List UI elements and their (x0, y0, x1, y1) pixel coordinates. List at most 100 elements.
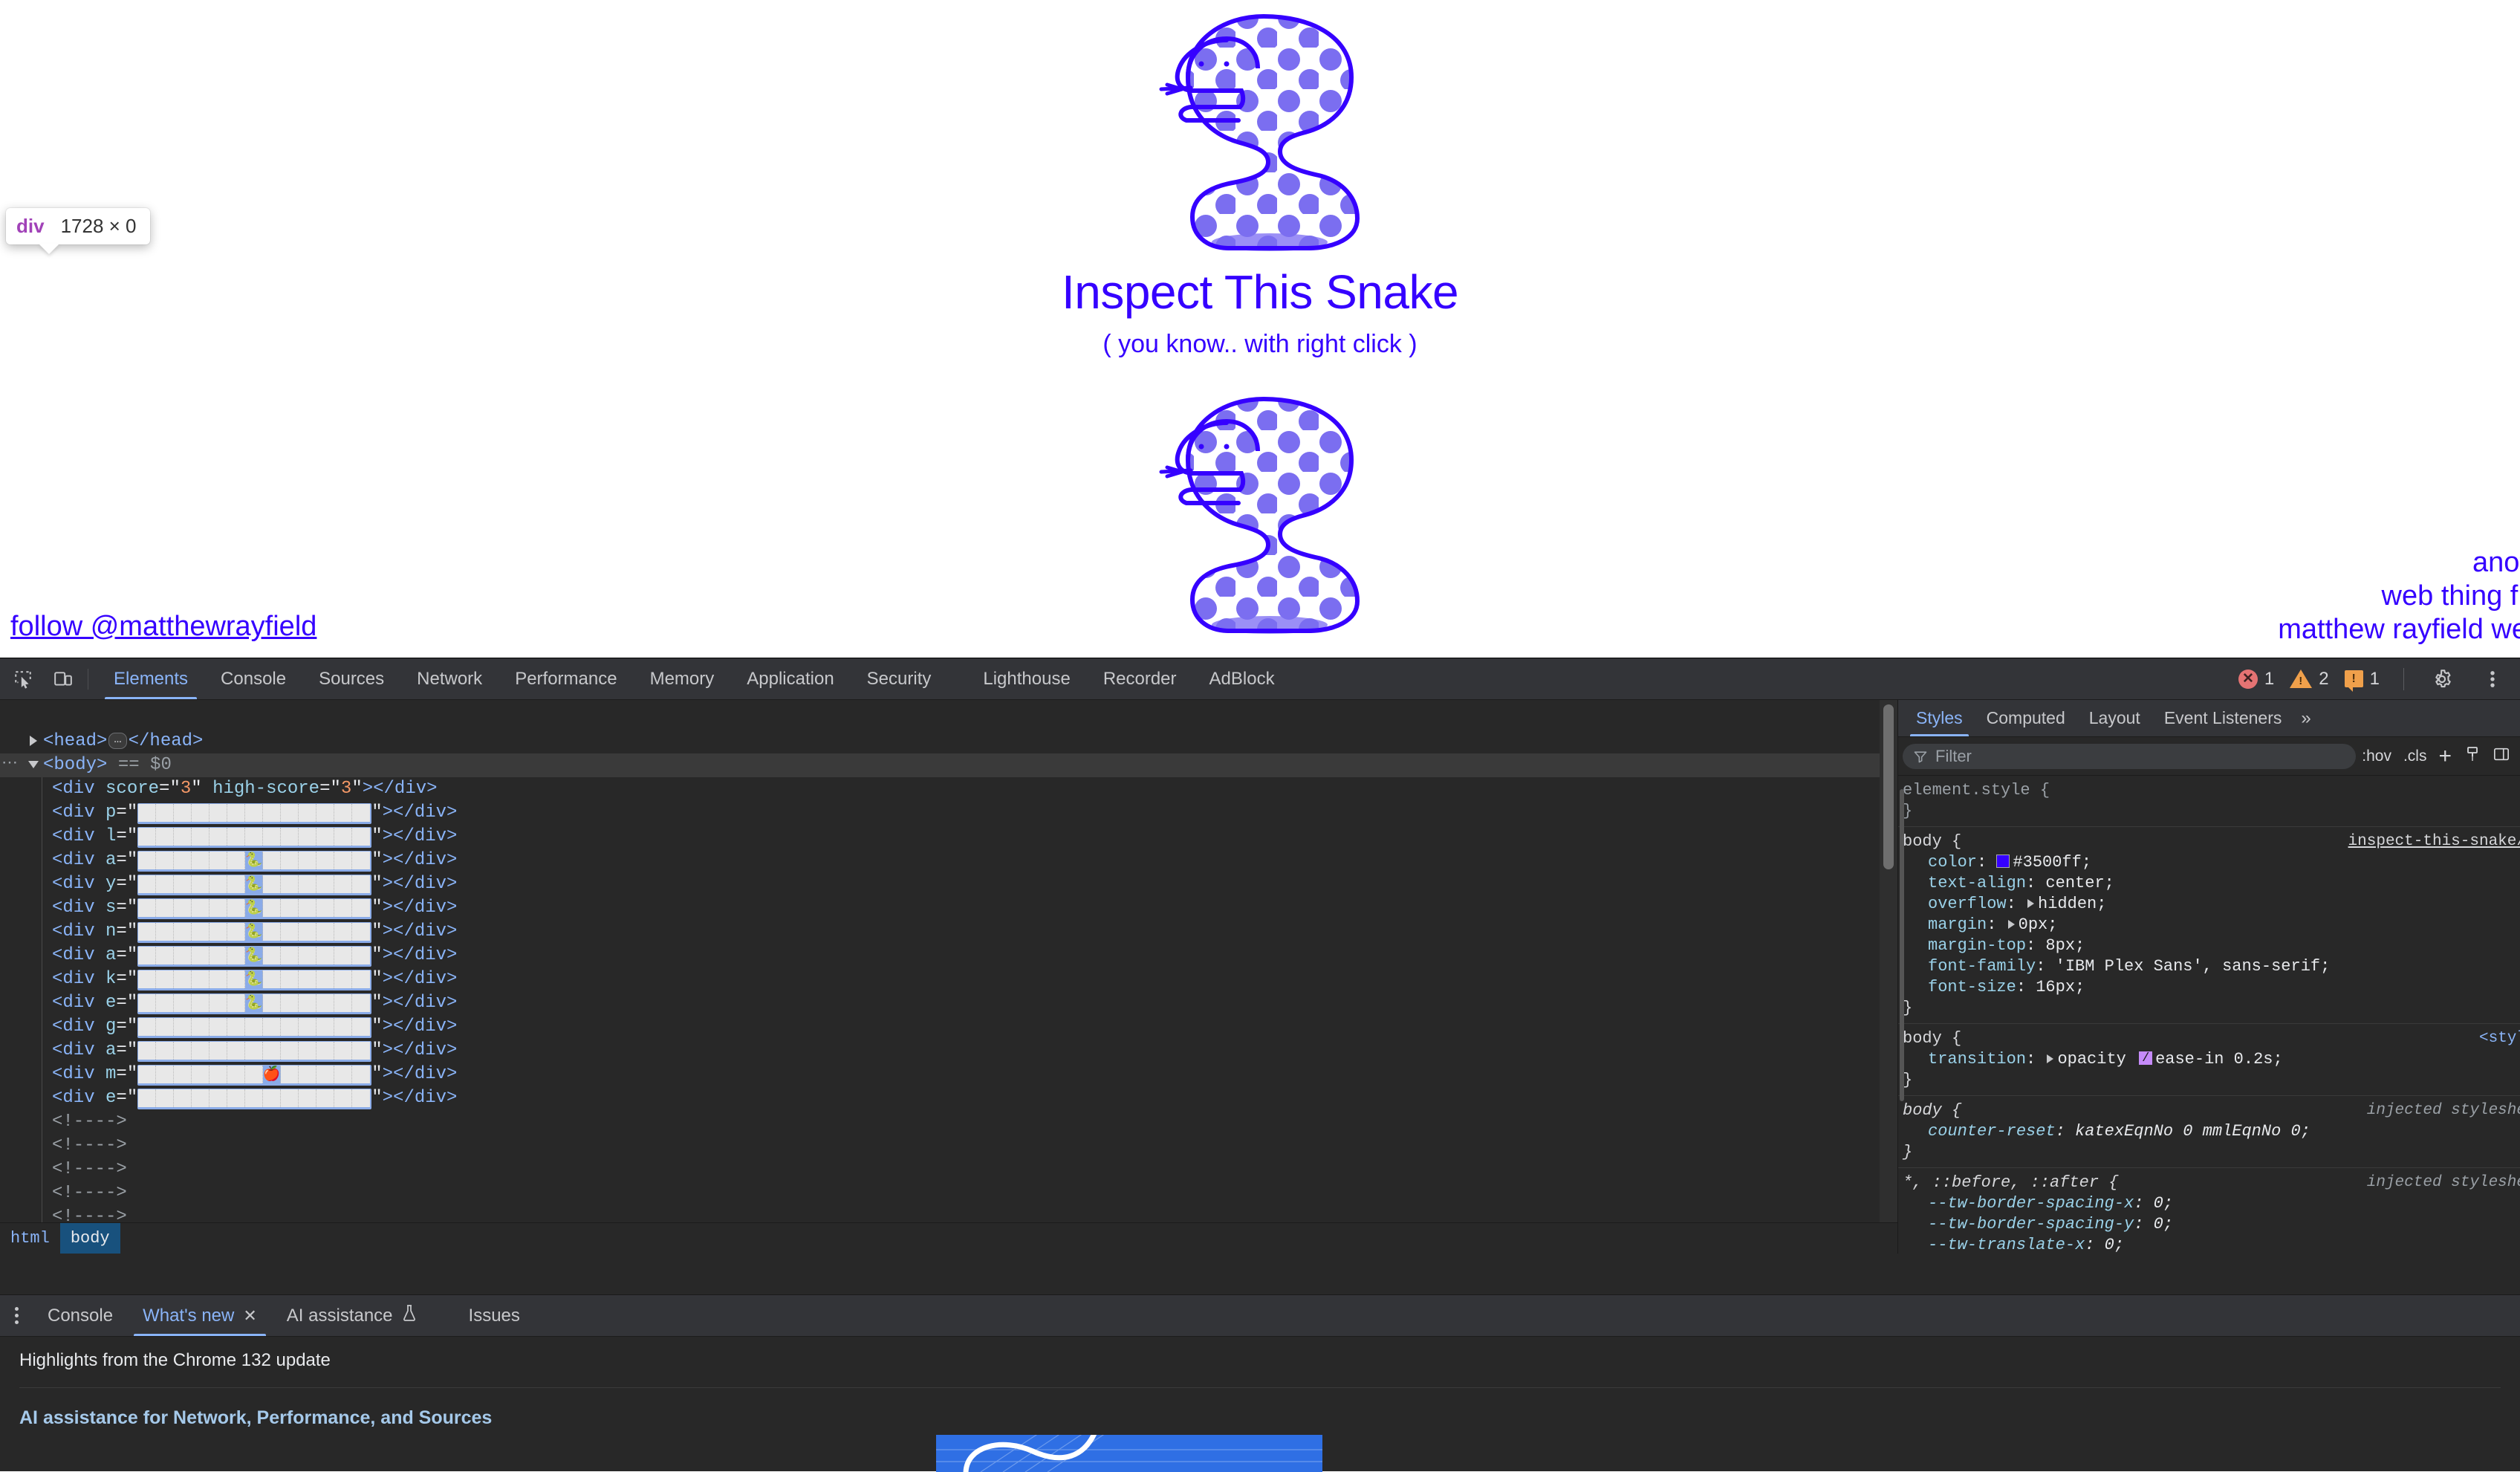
breadcrumb-item-html[interactable]: html (0, 1223, 60, 1254)
breadcrumb-item-body[interactable]: body (59, 1223, 120, 1254)
drawer-menu-icon[interactable] (0, 1295, 33, 1336)
dom-tree-row[interactable]: <div a=" 🐍 "></div> (0, 944, 1897, 967)
dom-tree-row[interactable] (0, 706, 1897, 730)
dom-tree-row[interactable]: <div e=" 🐍 "></div> (0, 991, 1897, 1015)
kebab-menu-icon[interactable] (2475, 662, 2510, 696)
panel-tab-performance[interactable]: Performance (499, 658, 633, 699)
dom-tree-row[interactable]: <div k=" 🐍 "></div> (0, 967, 1897, 991)
dom-tree-row[interactable]: <div y=" 🐍 "></div> (0, 872, 1897, 896)
css-declaration[interactable]: overflow: hidden; (1903, 894, 2520, 915)
css-rule-origin[interactable]: <styl (2479, 1028, 2520, 1049)
styles-tab-computed[interactable]: Computed (1975, 700, 2077, 736)
styles-tab-event-listeners[interactable]: Event Listeners (2152, 700, 2294, 736)
styles-filter-input[interactable]: Filter (1903, 743, 2357, 769)
css-declaration[interactable]: counter-reset: katexEqnNo 0 mmlEqnNo 0; (1903, 1121, 2520, 1142)
css-rule-origin[interactable]: injected styleshe (2367, 1173, 2520, 1193)
drawer-tab-console[interactable]: Console (33, 1295, 128, 1336)
follow-link[interactable]: follow @matthewrayfield (10, 611, 316, 643)
row-menu-icon[interactable]: ⋯ (1, 752, 19, 776)
css-declaration[interactable]: color: #3500ff; (1903, 852, 2520, 873)
expand-triangle-icon[interactable] (28, 760, 39, 768)
panel-tab-application[interactable]: Application (730, 658, 850, 699)
snake-game-board-row[interactable] (137, 827, 372, 848)
panel-tab-adblock[interactable]: AdBlock (1193, 658, 1291, 699)
css-declaration[interactable]: --tw-border-spacing-x: 0; (1903, 1193, 2520, 1214)
css-declaration[interactable]: margin: 0px; (1903, 915, 2520, 936)
css-declaration[interactable]: text-align: center; (1903, 873, 2520, 894)
sidebar-toggle-icon[interactable] (2487, 746, 2516, 767)
panel-tab-lighthouse[interactable]: Lighthouse (967, 658, 1086, 699)
dom-tree-row[interactable]: <div l=" "></div> (0, 825, 1897, 849)
dom-tree-row[interactable]: <head>… </head> (0, 730, 1897, 753)
panel-tab-elements[interactable]: Elements (97, 658, 204, 699)
css-declaration[interactable]: --tw-translate-x: 0; (1903, 1235, 2520, 1254)
snake-game-board-row[interactable] (137, 803, 372, 824)
device-toolbar-icon[interactable] (46, 662, 80, 696)
class-button[interactable]: .cls (2397, 748, 2433, 765)
dom-tree-row[interactable]: <!----> (0, 1110, 1897, 1134)
dom-attr-value[interactable]: 3 (181, 779, 191, 799)
dom-tree-row[interactable]: <div a=" 🐍 "></div> (0, 849, 1897, 872)
dom-tree-row[interactable]: <div e=" "></div> (0, 1086, 1897, 1110)
snake-game-board-row[interactable]: 🐍 (137, 898, 372, 919)
dom-tree-row[interactable]: <div p=" "></div> (0, 801, 1897, 825)
styles-vertical-scrollbar[interactable] (1898, 700, 1906, 1254)
drawer-tab-issues[interactable]: Issues (454, 1295, 535, 1336)
css-rule-origin[interactable]: injected styleshe (2367, 1100, 2520, 1121)
css-rule-origin[interactable]: inspect-this-snake/ (2348, 831, 2520, 852)
css-selector[interactable]: body { (1903, 1028, 2520, 1049)
dom-tree-row[interactable]: <div a=" "></div> (0, 1039, 1897, 1063)
easing-swatch[interactable] (2139, 1048, 2153, 1069)
panel-tab-memory[interactable]: Memory (634, 658, 731, 699)
dom-tree-row[interactable]: <div m=" 🍎 "></div> (0, 1063, 1897, 1086)
snake-game-board-row[interactable]: 🐍 (137, 970, 372, 990)
css-declaration[interactable]: transition: opacity ease-in 0.2s; (1903, 1048, 2520, 1070)
dom-tree-row[interactable]: <div g=" "></div> (0, 1015, 1897, 1039)
dom-vertical-scrollbar[interactable] (1880, 700, 1897, 1254)
styles-tab-layout[interactable]: Layout (2077, 700, 2152, 736)
panel-tab-sources[interactable]: Sources (302, 658, 400, 699)
styles-more-tabs-icon[interactable]: » (2293, 708, 2310, 729)
panel-tab-network[interactable]: Network (400, 658, 499, 699)
expand-shorthand-icon[interactable] (2007, 920, 2015, 930)
snake-game-board-row[interactable] (137, 1089, 372, 1109)
gear-icon[interactable] (2425, 662, 2459, 696)
close-icon[interactable]: ✕ (243, 1306, 256, 1326)
css-declaration[interactable]: font-family: 'IBM Plex Sans', sans-serif… (1903, 956, 2520, 977)
color-swatch[interactable] (1996, 855, 2010, 868)
dom-tree-row[interactable]: <!----> (0, 1158, 1897, 1181)
snake-game-board-row[interactable]: 🐍 (137, 851, 372, 872)
expand-shorthand-icon[interactable] (2027, 899, 2035, 909)
panel-tab-recorder[interactable]: Recorder (1087, 658, 1193, 699)
inspect-element-icon[interactable] (6, 662, 40, 696)
drawer-tab-what-s-new[interactable]: What's new ✕ (128, 1295, 272, 1336)
dom-attr-value[interactable]: 3 (341, 779, 351, 799)
snake-game-board-row[interactable] (137, 1017, 372, 1038)
css-selector[interactable]: element.style { (1903, 780, 2520, 801)
hover-state-button[interactable]: :hov (2356, 748, 2397, 765)
css-declaration[interactable]: font-size: 16px; (1903, 977, 2520, 998)
panel-tab-security[interactable]: Security (851, 658, 948, 699)
snake-game-board-row[interactable]: 🐍 (137, 875, 372, 895)
snake-game-board-row[interactable]: 🐍 (137, 946, 372, 967)
snake-game-board-row[interactable]: 🐍 (137, 922, 372, 943)
new-style-rule-button[interactable]: + (2432, 744, 2458, 769)
drawer-tab-ai-assistance[interactable]: AI assistance (272, 1295, 432, 1336)
snake-game-board-row[interactable]: 🍎 (137, 1065, 372, 1086)
collapsed-children-badge[interactable]: … (108, 732, 127, 749)
css-declaration[interactable]: margin-top: 8px; (1903, 936, 2520, 956)
paintbrush-icon[interactable] (2458, 745, 2487, 768)
dom-tree-row[interactable]: <!----> (0, 1134, 1897, 1158)
issue-counters[interactable]: ✕ 1 2 ! 1 (2238, 669, 2389, 692)
dom-tree-row[interactable]: <div score="3" high-score="3"></div> (0, 777, 1897, 801)
snake-game-board-row[interactable] (137, 1041, 372, 1062)
expand-triangle-icon[interactable] (30, 735, 37, 746)
dom-tree-row[interactable]: <!----> (0, 1181, 1897, 1205)
dom-tree-row[interactable]: ⋯ <body> == $0 (0, 753, 1897, 777)
styles-tab-styles[interactable]: Styles (1904, 700, 1975, 736)
dom-tree-row[interactable]: <div s=" 🐍 "></div> (0, 896, 1897, 920)
panel-tab-console[interactable]: Console (204, 658, 302, 699)
snake-game-board-row[interactable]: 🐍 (137, 993, 372, 1014)
expand-shorthand-icon[interactable] (2047, 1054, 2054, 1064)
css-declaration[interactable]: --tw-border-spacing-y: 0; (1903, 1214, 2520, 1235)
